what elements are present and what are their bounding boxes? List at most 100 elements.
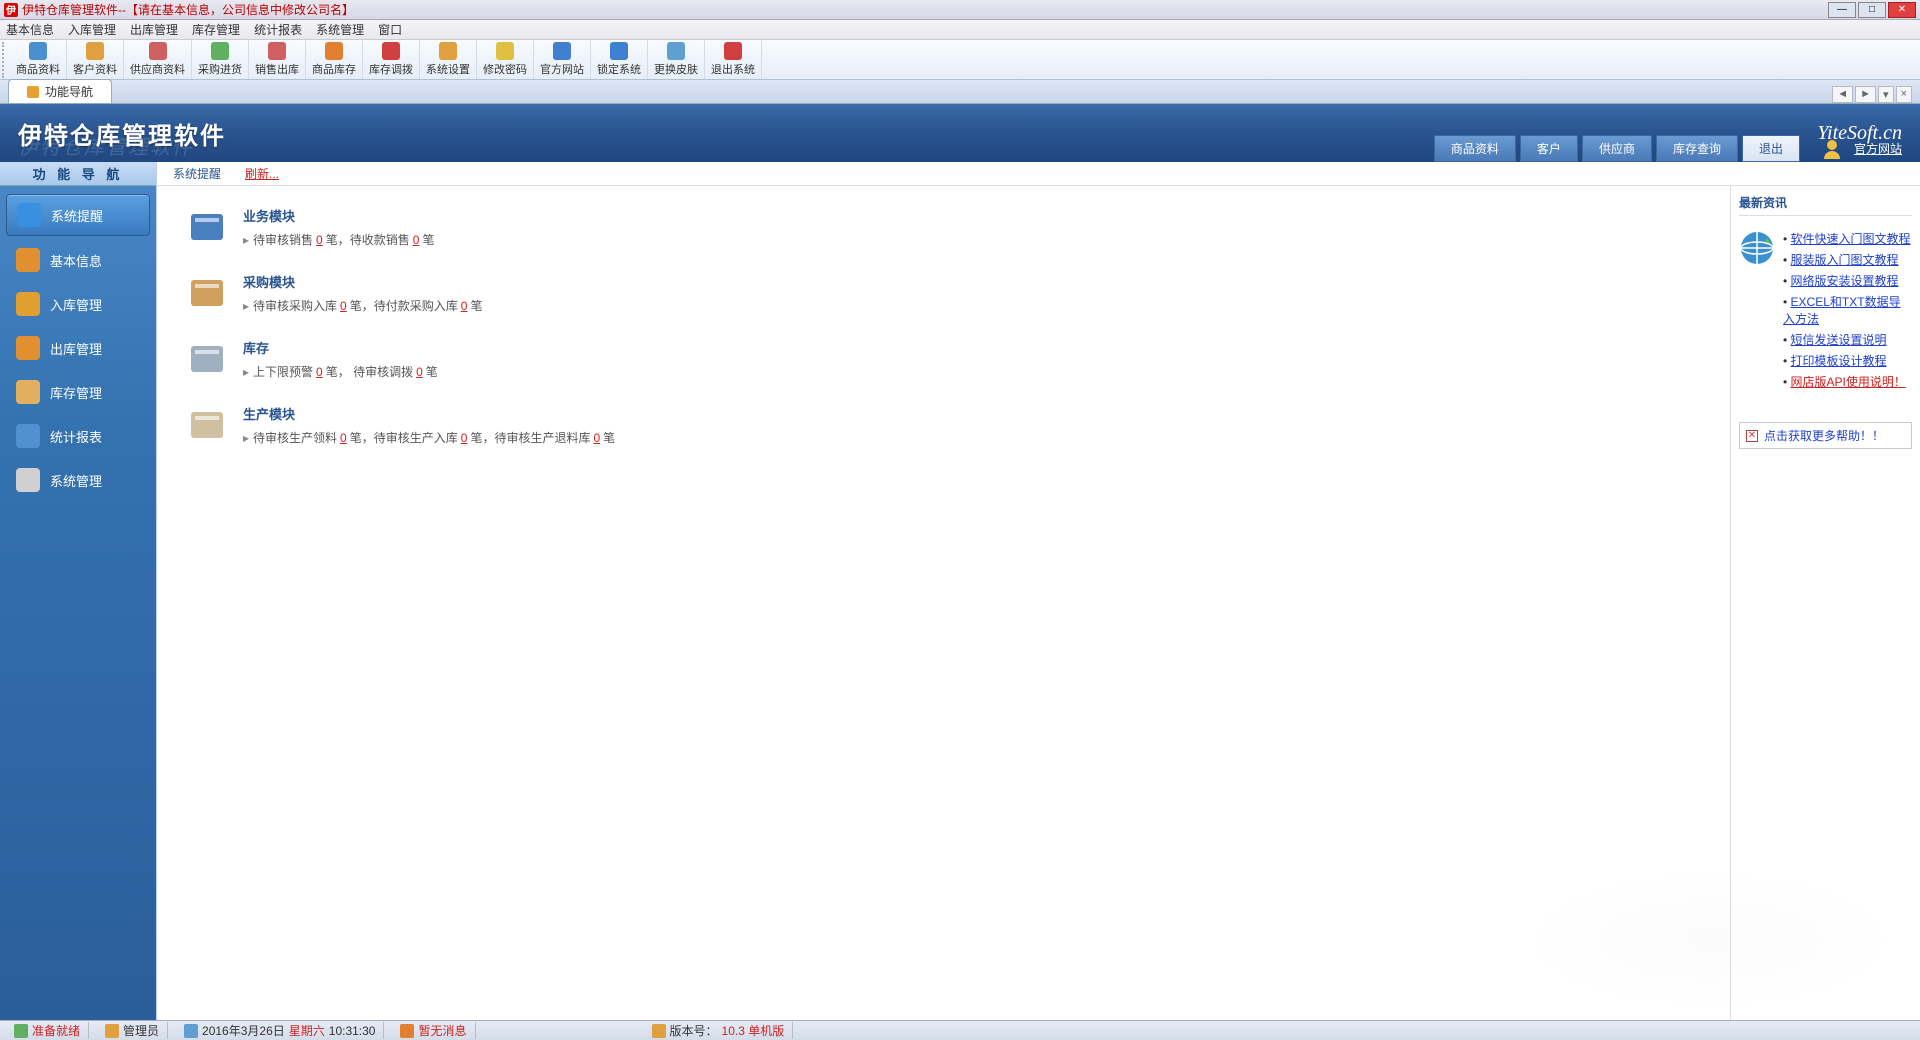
tab-next[interactable]: ►	[1855, 86, 1876, 103]
quick-button[interactable]: 退出	[1742, 135, 1800, 162]
tab-system-alert[interactable]: 系统提醒	[169, 161, 225, 186]
tab-close[interactable]: ×	[1896, 86, 1912, 103]
info-link[interactable]: 网店版API使用说明！	[1791, 375, 1906, 389]
toolbar-label: 更换皮肤	[654, 61, 698, 77]
clock-icon	[184, 1024, 198, 1038]
toolbar-button[interactable]: 库存调拨	[363, 40, 420, 79]
toolbar-button[interactable]: 商品资料	[10, 40, 67, 79]
maximize-button[interactable]: □	[1858, 2, 1886, 18]
count-link[interactable]: 0	[412, 233, 421, 247]
menu-item[interactable]: 系统管理	[316, 21, 364, 38]
toolbar-button[interactable]: 更换皮肤	[648, 40, 705, 79]
quick-button[interactable]: 客户	[1520, 135, 1578, 162]
toolbar: 商品资料客户资料供应商资料采购进货销售出库商品库存库存调拨系统设置修改密码官方网…	[0, 40, 1920, 80]
sidebar-item[interactable]: 统计报表	[6, 416, 150, 456]
status-time: 10:31:30	[329, 1024, 376, 1038]
sidebar-item[interactable]: 入库管理	[6, 284, 150, 324]
count-link[interactable]: 0	[315, 233, 324, 247]
count-link[interactable]: 0	[339, 299, 348, 313]
sidebar-icon	[16, 380, 40, 404]
sidebar-label: 出库管理	[50, 339, 102, 358]
toolbar-label: 系统设置	[426, 61, 470, 77]
count-link[interactable]: 0	[415, 365, 424, 379]
sidebar-item[interactable]: 系统管理	[6, 460, 150, 500]
count-link[interactable]: 0	[592, 431, 601, 445]
toolbar-label: 供应商资料	[130, 61, 185, 77]
toolbar-button[interactable]: 商品库存	[306, 40, 363, 79]
info-link[interactable]: EXCEL和TXT数据导入方法	[1783, 295, 1901, 326]
official-site-link[interactable]: 官方网站	[1854, 140, 1902, 157]
info-link[interactable]: 短信发送设置说明	[1791, 333, 1887, 347]
module-desc: ▸待审核生产领料0笔，待审核生产入库0笔，待审核生产退料库0笔	[243, 429, 615, 446]
sidebar-item[interactable]: 基本信息	[6, 240, 150, 280]
menu-item[interactable]: 出库管理	[130, 21, 178, 38]
toolbar-button[interactable]: 销售出库	[249, 40, 306, 79]
count-link[interactable]: 0	[460, 431, 469, 445]
quick-button[interactable]: 供应商	[1582, 135, 1652, 162]
sidebar-label: 入库管理	[50, 295, 102, 314]
tab-nav[interactable]: 功能导航	[8, 79, 112, 103]
sidebar-item[interactable]: 库存管理	[6, 372, 150, 412]
sidebar-icon	[16, 292, 40, 316]
tab-prev[interactable]: ◄	[1832, 86, 1853, 103]
toolbar-icon	[29, 42, 47, 60]
toolbar-button[interactable]: 客户资料	[67, 40, 124, 79]
toolbar-icon	[268, 42, 286, 60]
menu-item[interactable]: 库存管理	[192, 21, 240, 38]
toolbar-button[interactable]: 采购进货	[192, 40, 249, 79]
toolbar-button[interactable]: 退出系统	[705, 40, 762, 79]
sidebar-item[interactable]: 系统提醒	[6, 194, 150, 236]
menu-item[interactable]: 基本信息	[6, 21, 54, 38]
toolbar-icon	[553, 42, 571, 60]
toolbar-label: 官方网站	[540, 61, 584, 77]
toolbar-button[interactable]: 锁定系统	[591, 40, 648, 79]
count-link[interactable]: 0	[339, 431, 348, 445]
toolbar-icon	[496, 42, 514, 60]
toolbar-button[interactable]: 系统设置	[420, 40, 477, 79]
status-ready-icon	[14, 1024, 28, 1038]
toolbar-button[interactable]: 供应商资料	[124, 40, 192, 79]
toolbar-icon	[724, 42, 742, 60]
tab-icon	[27, 86, 39, 98]
toolbar-icon	[211, 42, 229, 60]
toolbar-button[interactable]: 官方网站	[534, 40, 591, 79]
sidebar-label: 统计报表	[50, 427, 102, 446]
info-link[interactable]: 网络版安装设置教程	[1791, 274, 1899, 288]
content-area: 系统提醒 刷新... 业务模块▸待审核销售0 笔，待收款销售0笔采购模块▸待审核…	[156, 162, 1920, 1020]
menu-item[interactable]: 窗口	[378, 21, 402, 38]
sidebar-item[interactable]: 出库管理	[6, 328, 150, 368]
minimize-button[interactable]: —	[1828, 2, 1856, 18]
status-message: 暂无消息	[418, 1022, 466, 1039]
refresh-link[interactable]: 刷新...	[241, 161, 283, 186]
module-desc: ▸上下限预警0笔， 待审核调拨 0笔	[243, 363, 438, 380]
close-help-icon[interactable]: ✕	[1746, 430, 1758, 442]
toolbar-icon	[149, 42, 167, 60]
info-link[interactable]: 打印模板设计教程	[1791, 354, 1887, 368]
count-link[interactable]: 0	[460, 299, 469, 313]
module-desc: ▸待审核采购入库0 笔，待付款采购入库0笔	[243, 297, 482, 314]
tab-menu[interactable]: ▾	[1878, 86, 1894, 103]
close-button[interactable]: ✕	[1888, 2, 1916, 18]
sidebar-icon	[16, 248, 40, 272]
toolbar-label: 采购进货	[198, 61, 242, 77]
menu-item[interactable]: 入库管理	[68, 21, 116, 38]
count-link[interactable]: 0	[315, 365, 324, 379]
status-date: 2016年3月26日	[202, 1022, 285, 1039]
titlebar: 伊 伊特仓库管理软件-- 【请在基本信息，公司信息中修改公司名】 — □ ✕	[0, 0, 1920, 20]
quick-button[interactable]: 库存查询	[1656, 135, 1738, 162]
toolbar-button[interactable]: 修改密码	[477, 40, 534, 79]
info-link[interactable]: 软件快速入门图文教程	[1791, 232, 1911, 246]
toolbar-label: 商品资料	[16, 61, 60, 77]
sidebar: 功 能 导 航 系统提醒基本信息入库管理出库管理库存管理统计报表系统管理	[0, 162, 156, 1020]
sidebar-title: 功 能 导 航	[0, 162, 156, 186]
sidebar-icon	[17, 203, 41, 227]
toolbar-icon	[86, 42, 104, 60]
app-logo-shadow: 伊特仓库管理软件	[18, 131, 194, 160]
sidebar-label: 库存管理	[50, 383, 102, 402]
sidebar-label: 系统管理	[50, 471, 102, 490]
info-link[interactable]: 服装版入门图文教程	[1791, 253, 1899, 267]
menu-item[interactable]: 统计报表	[254, 21, 302, 38]
more-help-box[interactable]: ✕ 点击获取更多帮助！！	[1739, 422, 1912, 449]
sidebar-icon	[16, 468, 40, 492]
quick-button[interactable]: 商品资料	[1434, 135, 1516, 162]
